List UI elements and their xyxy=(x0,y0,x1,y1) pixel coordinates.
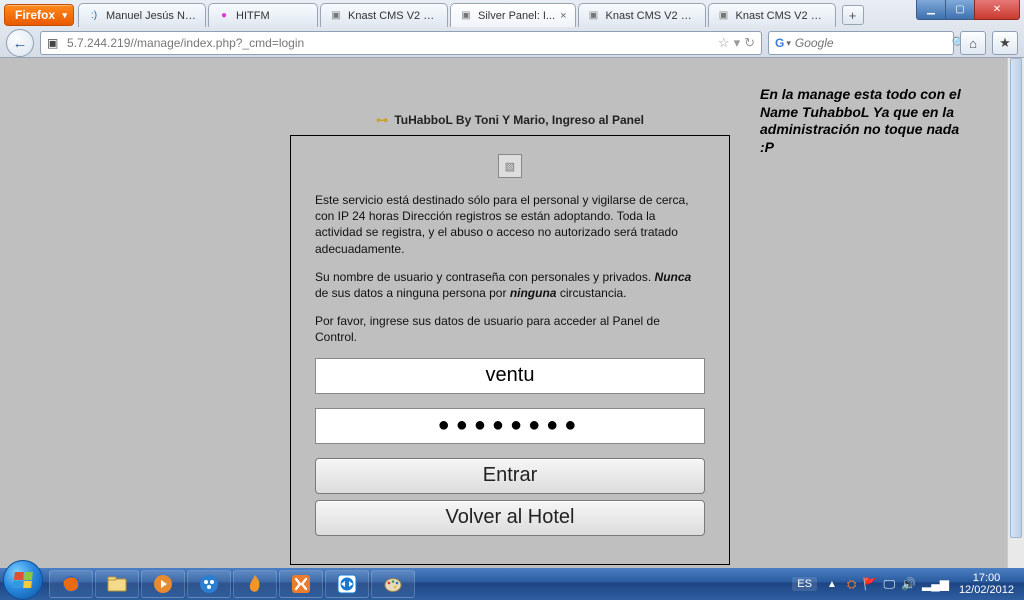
bookmarks-button[interactable]: ★ xyxy=(992,31,1018,55)
tab-favicon-icon: ▣ xyxy=(587,9,601,23)
back-button[interactable]: ← xyxy=(6,29,34,57)
page-viewport: En la manage esta todo con el Name Tuhab… xyxy=(0,58,1024,568)
window-minimize-button[interactable]: ▁ xyxy=(916,0,946,20)
dropdown-icon[interactable]: ▾ xyxy=(734,35,741,51)
taskbar-teamviewer[interactable] xyxy=(325,570,369,598)
reload-icon[interactable]: ↻ xyxy=(744,35,755,51)
url-bar[interactable]: ▣ ☆ ▾ ↻ xyxy=(40,31,762,55)
notice-paragraph-3: Por favor, ingrese sus datos de usuario … xyxy=(315,313,705,345)
tray-icons: ⛭ 🚩 🖵 🔊 ▂▄▆ xyxy=(847,577,949,592)
tray-flag-icon[interactable]: 🚩 xyxy=(862,577,877,591)
login-panel: ▧ Este servicio está destinado sólo para… xyxy=(290,135,730,565)
home-button[interactable]: ⌂ xyxy=(960,31,986,55)
clock-time: 17:00 xyxy=(959,572,1014,584)
back-to-hotel-button[interactable]: Volver al Hotel xyxy=(315,500,705,536)
tab-favicon-icon: ● xyxy=(217,9,231,23)
tab-label: Manuel Jesús Nú... xyxy=(106,10,197,22)
site-identity-icon: ▣ xyxy=(47,36,61,50)
login-button[interactable]: Entrar xyxy=(315,458,705,494)
key-icon: ⊶ xyxy=(376,113,387,127)
taskbar-explorer[interactable] xyxy=(95,570,139,598)
tray-wifi-icon[interactable]: ▂▄▆ xyxy=(922,577,949,591)
broken-image-icon: ▧ xyxy=(498,154,522,178)
tab-label: Silver Panel: I... xyxy=(478,10,555,22)
browser-tab[interactable]: ▣ Silver Panel: I... × xyxy=(450,3,575,27)
tab-label: Knast CMS V2 Ex... xyxy=(348,10,439,22)
taskbar-paint[interactable] xyxy=(371,570,415,598)
tab-favicon-icon: ▣ xyxy=(329,9,343,23)
search-bar[interactable]: G ▾ 🔍 xyxy=(768,31,954,55)
password-field[interactable] xyxy=(315,408,705,444)
username-field[interactable] xyxy=(315,358,705,394)
taskbar-app-flame[interactable] xyxy=(233,570,277,598)
browser-tab[interactable]: ▣ Knast CMS V2 Ex... xyxy=(578,3,706,27)
annotation-note: En la manage esta todo con el Name Tuhab… xyxy=(760,86,970,156)
language-indicator[interactable]: ES xyxy=(792,577,817,591)
tab-favicon-icon: ▣ xyxy=(717,9,731,23)
window-close-button[interactable]: ✕ xyxy=(974,0,1020,20)
taskbar-firefox[interactable] xyxy=(49,570,93,598)
vertical-scrollbar[interactable] xyxy=(1007,58,1024,568)
windows-taskbar: ES ▲ ⛭ 🚩 🖵 🔊 ▂▄▆ 17:00 12/02/2012 xyxy=(0,568,1024,600)
clock-date: 12/02/2012 xyxy=(959,584,1014,596)
taskbar-xampp[interactable] xyxy=(279,570,323,598)
feed-icon[interactable]: ☆ xyxy=(718,35,730,51)
login-panel-container: ⊶ TuHabboL By Toni Y Mario, Ingreso al P… xyxy=(290,113,730,565)
tray-network-icon[interactable]: 🖵 xyxy=(883,577,895,592)
tab-strip: Firefox :) Manuel Jesús Nú... ● HITFM ▣ Knast… xyxy=(0,0,1024,28)
navigation-toolbar: ← ▣ ☆ ▾ ↻ G ▾ 🔍 ⌂ ★ xyxy=(0,28,1024,58)
tab-label: Knast CMS V2 Ex... xyxy=(606,10,697,22)
tray-xampp-icon[interactable]: ⛭ xyxy=(847,577,857,592)
tray-overflow-button[interactable]: ▲ xyxy=(827,579,837,590)
taskbar-clock[interactable]: 17:00 12/02/2012 xyxy=(959,572,1014,596)
notice-paragraph-1: Este servicio está destinado sólo para e… xyxy=(315,192,705,257)
panel-heading: ⊶ TuHabboL By Toni Y Mario, Ingreso al P… xyxy=(290,113,730,127)
windows-logo-icon xyxy=(13,572,33,588)
tab-favicon-icon: :) xyxy=(87,9,101,23)
scrollbar-thumb[interactable] xyxy=(1010,58,1022,538)
tab-favicon-icon: ▣ xyxy=(459,9,473,23)
tab-label: HITFM xyxy=(236,10,309,22)
google-icon: G xyxy=(775,36,784,50)
tray-volume-icon[interactable]: 🔊 xyxy=(901,577,916,591)
browser-tab[interactable]: :) Manuel Jesús Nú... xyxy=(78,3,206,27)
firefox-menu-button[interactable]: Firefox xyxy=(4,4,74,26)
panel-title-text: TuHabboL By Toni Y Mario, Ingreso al Pan… xyxy=(394,113,644,127)
taskbar-pinned-apps xyxy=(49,570,415,598)
url-input[interactable] xyxy=(67,36,714,50)
taskbar-mediaplayer[interactable] xyxy=(141,570,185,598)
tab-close-button[interactable]: × xyxy=(560,10,566,22)
taskbar-app-blue[interactable] xyxy=(187,570,231,598)
search-input[interactable] xyxy=(795,36,952,50)
window-controls: ▁ ▢ ✕ xyxy=(917,0,1020,20)
window-maximize-button[interactable]: ▢ xyxy=(945,0,975,20)
browser-tab[interactable]: ▣ Knast CMS V2 Ex... xyxy=(708,3,836,27)
firefox-label: Firefox xyxy=(15,8,55,22)
new-tab-button[interactable]: + xyxy=(842,5,864,25)
tab-label: Knast CMS V2 Ex... xyxy=(736,10,827,22)
search-dropdown-icon[interactable]: ▾ xyxy=(786,38,791,49)
browser-tab[interactable]: ● HITFM xyxy=(208,3,318,27)
browser-chrome: ▁ ▢ ✕ Firefox :) Manuel Jesús Nú... ● HITFM… xyxy=(0,0,1024,58)
start-button[interactable] xyxy=(3,560,43,600)
browser-tab[interactable]: ▣ Knast CMS V2 Ex... xyxy=(320,3,448,27)
notice-paragraph-2: Su nombre de usuario y contraseña con pe… xyxy=(315,269,705,301)
system-tray: ES ▲ ⛭ 🚩 🖵 🔊 ▂▄▆ 17:00 12/02/2012 xyxy=(792,572,1024,596)
